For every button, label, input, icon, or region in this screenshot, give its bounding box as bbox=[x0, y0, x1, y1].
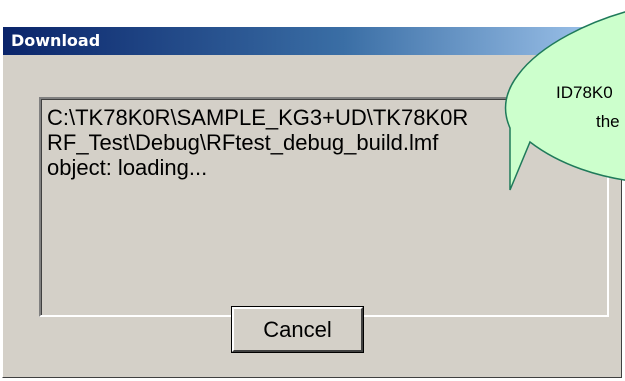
callout-text-line1: ID78K0 bbox=[556, 83, 613, 102]
download-dialog: Download C:\TK78K0R\SAMPLE_KG3+UD\TK78K0… bbox=[2, 26, 622, 378]
log-line: RF_Test\Debug\RFtest_debug_build.lmf bbox=[47, 130, 439, 155]
progress-log-text: C:\TK78K0R\SAMPLE_KG3+UD\TK78K0R RF_Test\… bbox=[47, 105, 625, 180]
log-line: object: loading... bbox=[47, 155, 208, 180]
cancel-button[interactable]: Cancel bbox=[231, 306, 364, 353]
title-bar[interactable]: Download bbox=[3, 27, 621, 55]
callout-text-line2: the bbox=[596, 112, 620, 131]
window-title: Download bbox=[11, 31, 101, 50]
progress-log-box: C:\TK78K0R\SAMPLE_KG3+UD\TK78K0R RF_Test\… bbox=[39, 97, 609, 317]
log-line: C:\TK78K0R\SAMPLE_KG3+UD\TK78K0R bbox=[47, 105, 469, 130]
